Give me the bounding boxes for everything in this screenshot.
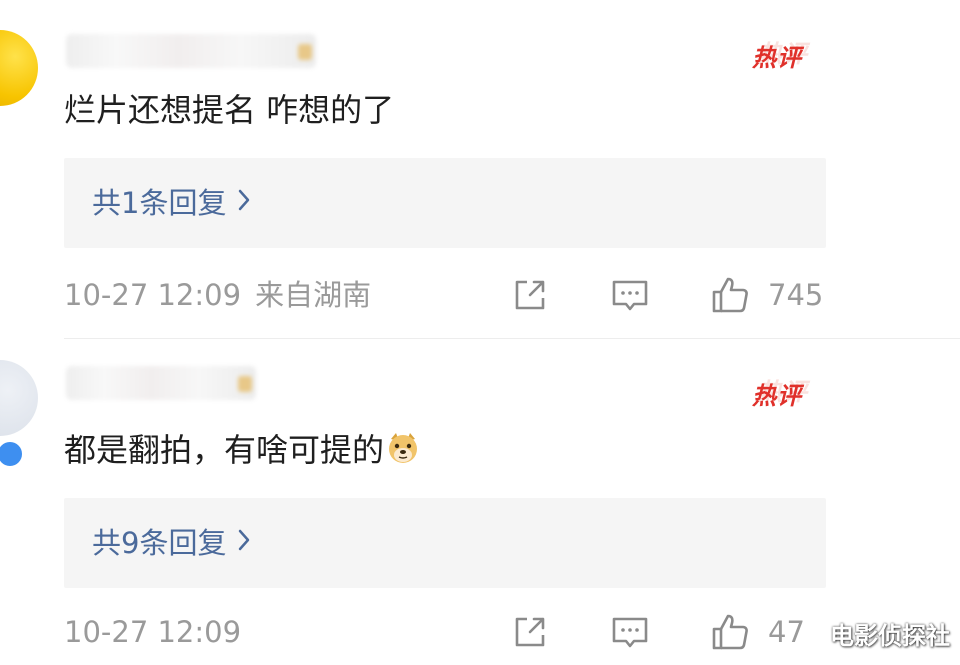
like-count: 745 (768, 278, 824, 312)
replies-box[interactable]: 共9条回复 (64, 498, 826, 588)
user-level-badge (238, 376, 252, 392)
replies-box[interactable]: 共1条回复 (64, 158, 826, 248)
comment-item: 热评 烂片还想提名 咋想的了 共1条回复 10-27 12:09 来自湖南 745 (0, 0, 960, 338)
comment-text: 烂片还想提名 咋想的了 (64, 91, 395, 129)
comment-meta: 10-27 12:09 (64, 614, 241, 650)
like-count: 47 (768, 615, 805, 649)
comment-icon[interactable] (610, 612, 650, 652)
hot-comment-badge: 热评 (752, 382, 802, 410)
share-icon[interactable] (510, 612, 550, 652)
comment-icon[interactable] (610, 275, 650, 315)
doge-emoji-icon (389, 433, 418, 463)
replies-count-label: 共1条回复 (92, 186, 227, 220)
chevron-right-icon (239, 189, 250, 211)
like-icon[interactable] (710, 612, 750, 652)
user-avatar[interactable] (0, 360, 38, 436)
comment-location: 来自湖南 (255, 278, 372, 312)
verified-badge-icon (0, 440, 24, 468)
username-blurred[interactable] (66, 366, 256, 400)
like-icon[interactable] (710, 275, 750, 315)
comment-date: 10-27 12:09 (64, 278, 242, 312)
hot-comment-badge: 热评 (752, 44, 802, 72)
comment-text-line: 都是翻拍，有啥可提的 (64, 430, 420, 470)
comment-item: 热评 都是翻拍，有啥可提的 共9条回复 10-27 12:09 47 (0, 338, 960, 665)
view-replies-link[interactable]: 共1条回复 (92, 185, 250, 221)
chevron-right-icon (239, 529, 250, 551)
username-blurred[interactable] (66, 34, 316, 68)
view-replies-link[interactable]: 共9条回复 (92, 525, 250, 561)
replies-count-label: 共9条回复 (92, 526, 227, 560)
comment-meta: 10-27 12:09 来自湖南 (64, 277, 371, 313)
watermark: 电影侦探社 (830, 622, 950, 650)
comment-text: 都是翻拍，有啥可提的 (64, 431, 385, 469)
share-icon[interactable] (510, 275, 550, 315)
comment-date: 10-27 12:09 (64, 615, 242, 649)
user-avatar[interactable] (0, 30, 38, 106)
user-level-badge (298, 44, 312, 60)
